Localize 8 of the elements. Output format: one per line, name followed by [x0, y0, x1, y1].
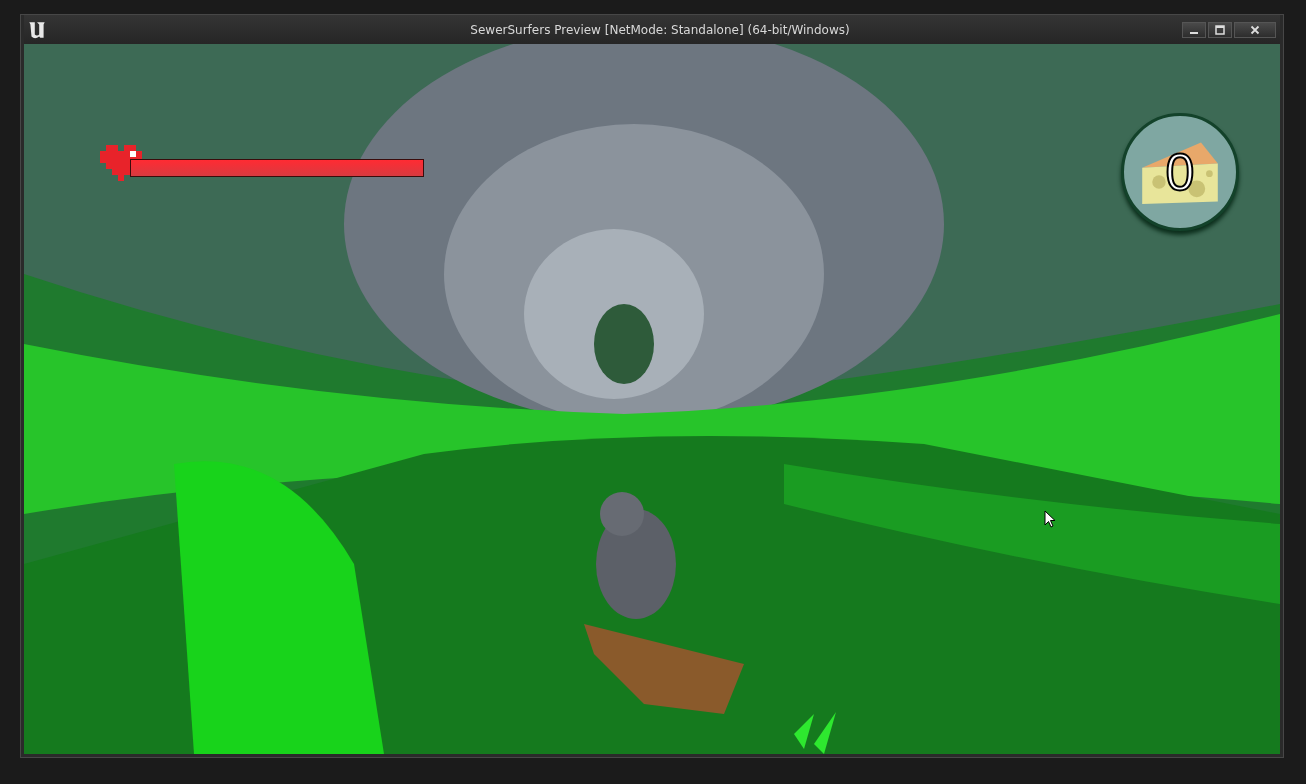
minimize-icon [1190, 31, 1198, 34]
close-button[interactable] [1234, 21, 1276, 38]
maximize-icon [1215, 24, 1225, 35]
close-icon [1250, 24, 1260, 35]
window-title: SewerSurfers Preview [NetMode: Standalone] (64-bit/Windows) [469, 22, 851, 37]
cursor-icon [1044, 510, 1056, 528]
maximize-button[interactable] [1208, 21, 1232, 38]
minimize-button[interactable] [1182, 21, 1206, 38]
